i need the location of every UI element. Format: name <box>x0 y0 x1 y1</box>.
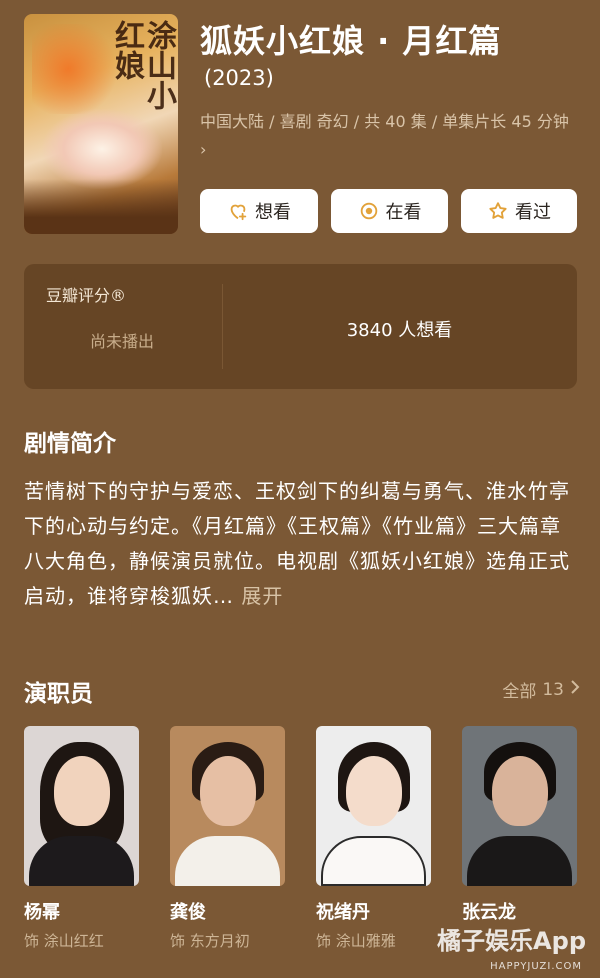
poster-ground-art <box>24 179 178 234</box>
cast-all-label: 全部 <box>502 682 537 702</box>
watching-button[interactable]: 在看 <box>331 189 448 233</box>
cast-name: 祝绪丹 <box>316 902 370 923</box>
douban-rating-label: 豆瓣评分® <box>46 286 127 305</box>
poster-image[interactable]: 涂山小红娘 <box>24 14 178 234</box>
cast-photo <box>316 726 431 886</box>
show-meta-text: 中国大陆 / 喜剧 奇幻 / 共 40 集 / 单集片长 45 分钟 <box>200 112 569 131</box>
want-to-watch-button[interactable]: 想看 <box>200 189 318 233</box>
cast-member-card[interactable]: 张云龙 <box>462 726 577 930</box>
cast-name: 龚俊 <box>170 902 206 923</box>
body-shape <box>321 836 426 886</box>
heart-plus-icon <box>227 200 249 222</box>
watermark-url: HAPPYJUZI.COM <box>490 961 582 972</box>
cast-role: 饰 涂山雅雅 <box>316 932 396 950</box>
show-title: 狐妖小红娘 · 月红篇 <box>200 22 502 60</box>
cast-role: 饰 东方月初 <box>170 932 250 950</box>
star-icon <box>487 200 509 222</box>
rating-card[interactable]: 豆瓣评分® 尚未播出 3840 人想看 <box>24 264 577 389</box>
rating-status: 尚未播出 <box>90 332 155 351</box>
face-shape <box>492 756 548 826</box>
cast-all-link[interactable]: 全部 13 <box>502 677 580 702</box>
cast-photo <box>462 726 577 886</box>
cast-all-count: 13 <box>542 679 564 700</box>
cast-role: 饰 涂山红红 <box>24 932 104 950</box>
want-to-watch-label: 想看 <box>255 202 291 223</box>
watching-label: 在看 <box>385 202 422 223</box>
synopsis-heading: 剧情简介 <box>24 431 116 457</box>
face-shape <box>200 756 256 826</box>
cast-member-card[interactable]: 祝绪丹 饰 涂山雅雅 <box>316 726 431 951</box>
cast-heading: 演职员 <box>24 681 93 707</box>
expand-link[interactable]: 展开 <box>241 584 283 608</box>
watermark-brand: 橘子娱乐App <box>437 927 586 955</box>
show-year: (2023) <box>204 66 274 90</box>
show-meta[interactable]: 中国大陆 / 喜剧 奇幻 / 共 40 集 / 单集片长 45 分钟 › <box>200 108 578 164</box>
body-shape <box>175 836 280 886</box>
chevron-right-icon: › <box>200 140 207 159</box>
cast-name: 杨幂 <box>24 902 60 923</box>
synopsis-text-block: 苦情树下的守护与爱恋、王权剑下的纠葛与勇气、淮水竹亭下的心动与约定。《月红篇》《… <box>24 474 574 614</box>
face-shape <box>346 756 402 826</box>
chevron-right-icon <box>570 679 580 700</box>
cast-photo <box>24 726 139 886</box>
body-shape <box>467 836 572 886</box>
target-circle-icon <box>358 200 380 222</box>
watched-label: 看过 <box>515 202 551 223</box>
synopsis-text: 苦情树下的守护与爱恋、王权剑下的纠葛与勇气、淮水竹亭下的心动与约定。《月红篇》《… <box>24 479 570 608</box>
cast-member-card[interactable]: 杨幂 饰 涂山红红 <box>24 726 139 951</box>
cast-member-card[interactable]: 龚俊 饰 东方月初 <box>170 726 285 951</box>
poster-title-art: 涂山小红娘 <box>109 20 176 110</box>
body-shape <box>29 836 134 886</box>
cast-photo <box>170 726 285 886</box>
wish-count: 3840 人想看 <box>346 320 453 341</box>
face-shape <box>54 756 110 826</box>
watched-button[interactable]: 看过 <box>461 189 577 233</box>
